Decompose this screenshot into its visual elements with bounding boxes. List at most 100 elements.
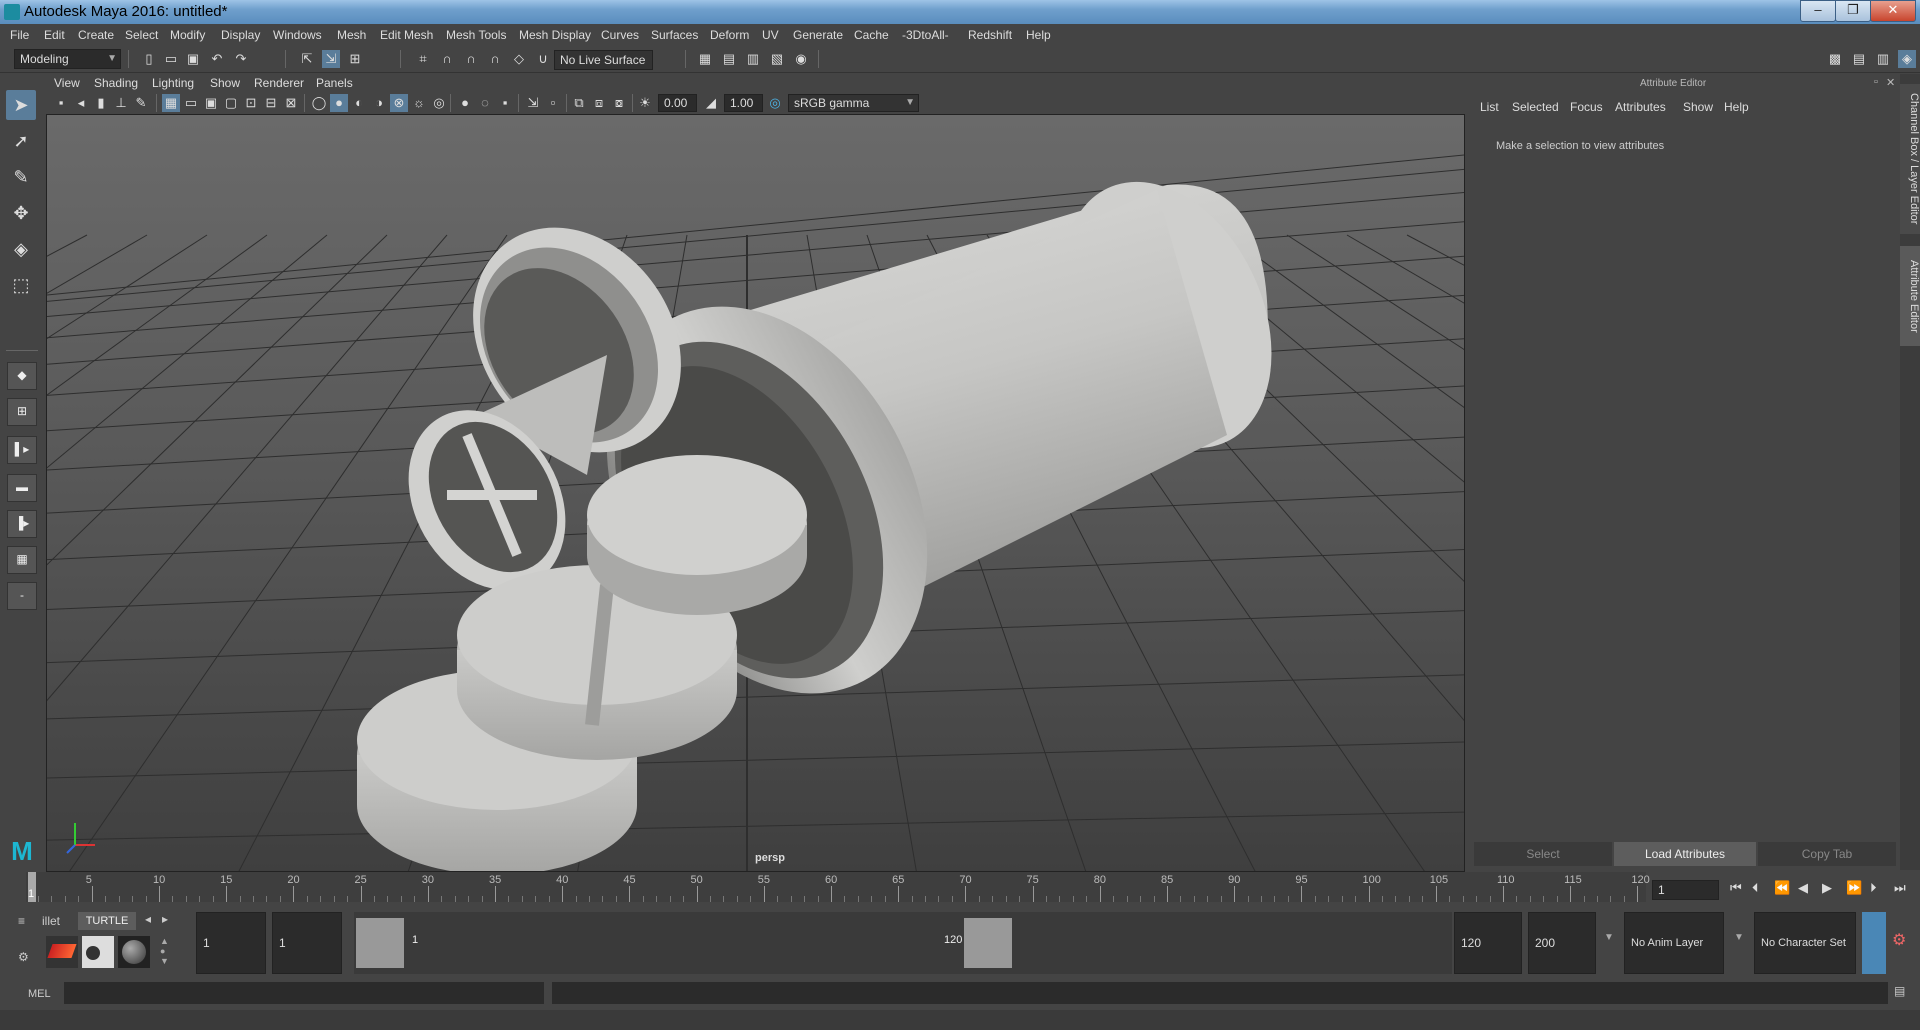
color-management-icon[interactable]: ◎ bbox=[766, 94, 784, 112]
mel-label[interactable]: MEL bbox=[28, 988, 51, 1000]
tool-settings-icon[interactable]: ▥ bbox=[1874, 50, 1892, 68]
snap-curve-icon[interactable]: ∩ bbox=[438, 50, 456, 68]
undo-icon[interactable]: ↶ bbox=[208, 50, 226, 68]
gamma-field[interactable]: 1.00 bbox=[724, 94, 763, 112]
single-view-layout-icon[interactable]: ◆ bbox=[7, 362, 37, 390]
vp-menu-panels[interactable]: Panels bbox=[316, 76, 353, 90]
isolate-select-icon[interactable]: ⇲ bbox=[524, 94, 542, 112]
range-start-handle[interactable] bbox=[356, 918, 404, 968]
snap-magnet-icon[interactable]: ∪ bbox=[534, 50, 552, 68]
turtle-surface-icon[interactable] bbox=[118, 936, 150, 968]
image-plane-icon[interactable]: ▮ bbox=[92, 94, 110, 112]
vp-menu-lighting[interactable]: Lighting bbox=[152, 76, 194, 90]
ambient-occlusion-icon[interactable]: ◎ bbox=[430, 94, 448, 112]
textured-icon[interactable]: ◑ bbox=[370, 94, 388, 112]
scale-tool-icon[interactable]: ⬚ bbox=[6, 270, 36, 300]
menu-mesh-tools[interactable]: Mesh Tools bbox=[446, 28, 506, 42]
camera-attributes-icon[interactable]: ▪ bbox=[52, 94, 70, 112]
render-current-frame-icon[interactable]: ▤ bbox=[720, 50, 738, 68]
perspective-viewport[interactable]: persp bbox=[46, 114, 1465, 872]
save-scene-icon[interactable]: ▣ bbox=[184, 50, 202, 68]
shelf-tab-turtle[interactable]: TURTLE bbox=[78, 912, 136, 930]
motion-blur-icon[interactable]: ● bbox=[456, 94, 474, 112]
menu-display[interactable]: Display bbox=[221, 28, 260, 42]
move-tool-icon[interactable]: ✥ bbox=[6, 198, 36, 228]
animation-preferences-icon[interactable]: ⚙ bbox=[1892, 930, 1906, 950]
channel-box-tab[interactable]: Channel Box / Layer Editor bbox=[1900, 84, 1920, 234]
snap-grid-icon[interactable]: ⌗ bbox=[414, 50, 432, 68]
select-object-icon[interactable]: ⇲ bbox=[322, 50, 340, 68]
ae-load-attributes-button[interactable]: Load Attributes bbox=[1614, 842, 1756, 866]
persp-outliner-layout-icon[interactable]: ▬ bbox=[7, 474, 37, 502]
vp-menu-view[interactable]: View bbox=[54, 76, 80, 90]
range-end-handle[interactable] bbox=[964, 918, 1012, 968]
ae-select-button[interactable]: Select bbox=[1474, 842, 1612, 866]
script-editor-icon[interactable]: ▤ bbox=[1894, 984, 1912, 1002]
render-settings-icon[interactable]: ▧ bbox=[768, 50, 786, 68]
gamma-icon[interactable]: ◢ bbox=[702, 94, 720, 112]
film-gate-icon[interactable]: ▭ bbox=[182, 94, 200, 112]
exposure-icon[interactable]: ☀ bbox=[636, 94, 654, 112]
command-input[interactable] bbox=[64, 982, 544, 1004]
select-tool-icon[interactable]: ➤ bbox=[6, 90, 36, 120]
ae-tab-selected[interactable]: Selected bbox=[1512, 100, 1559, 114]
xray-icon[interactable]: ▫ bbox=[544, 94, 562, 112]
go-to-start-icon[interactable]: ⏮ bbox=[1730, 880, 1742, 896]
shelf-tab-next-icon[interactable]: ▸ bbox=[162, 912, 168, 926]
playback-end-field[interactable]: 120 bbox=[1454, 912, 1522, 974]
chevron-down-icon[interactable]: ▼ bbox=[1734, 932, 1744, 943]
use-all-lights-icon[interactable]: ⊗ bbox=[390, 94, 408, 112]
scene-end-field[interactable]: 200 bbox=[1528, 912, 1596, 974]
shelf-menu-icon[interactable]: ≡ bbox=[18, 914, 34, 928]
ae-tab-help[interactable]: Help bbox=[1724, 100, 1749, 114]
select-hierarchy-icon[interactable]: ⇱ bbox=[298, 50, 316, 68]
menu-mesh[interactable]: Mesh bbox=[337, 28, 366, 42]
menu-file[interactable]: File bbox=[10, 28, 29, 42]
snap-point-icon[interactable]: ∩ bbox=[462, 50, 480, 68]
persp-graph-layout-icon[interactable]: ▌▸ bbox=[7, 436, 37, 464]
lasso-tool-icon[interactable]: ➚ bbox=[6, 126, 36, 156]
safe-action-icon[interactable]: ⊟ bbox=[262, 94, 280, 112]
chevron-down-icon[interactable]: ▼ bbox=[1604, 932, 1614, 943]
outliner-persp-layout-icon[interactable]: ▐▸ bbox=[7, 510, 37, 538]
menu-surfaces[interactable]: Surfaces bbox=[651, 28, 698, 42]
ae-tab-list[interactable]: List bbox=[1480, 100, 1499, 114]
float-panel-icon[interactable]: ▫ bbox=[1874, 76, 1878, 88]
new-scene-icon[interactable]: ▯ bbox=[140, 50, 158, 68]
menu-deform[interactable]: Deform bbox=[710, 28, 749, 42]
grid-toggle-icon[interactable]: ▦ bbox=[162, 94, 180, 112]
ae-tab-show[interactable]: Show bbox=[1683, 100, 1713, 114]
xray-components-icon[interactable]: ⧈ bbox=[590, 94, 608, 112]
menu-mesh-display[interactable]: Mesh Display bbox=[519, 28, 591, 42]
menu-uv[interactable]: UV bbox=[762, 28, 779, 42]
2d-pan-zoom-icon[interactable]: ⊥ bbox=[112, 94, 130, 112]
ae-tab-attributes[interactable]: Attributes bbox=[1615, 100, 1666, 114]
ae-tab-focus[interactable]: Focus bbox=[1570, 100, 1603, 114]
time-ruler[interactable]: 1 5 10 15 20 25 30 35 40 45 50 55 60 65 70 75 80 85 90 95 1… bbox=[26, 872, 1650, 902]
scene-start-field[interactable]: 1 bbox=[196, 912, 266, 974]
go-to-end-icon[interactable]: ⏭ bbox=[1894, 880, 1906, 896]
menu-modify[interactable]: Modify bbox=[170, 28, 205, 42]
shaded-wireframe-icon[interactable]: ◐ bbox=[350, 94, 368, 112]
wireframe-icon[interactable]: ◯ bbox=[310, 94, 328, 112]
menu-redshift[interactable]: Redshift bbox=[968, 28, 1012, 42]
select-component-icon[interactable]: ⊞ bbox=[346, 50, 364, 68]
shelf-scroll-icon[interactable]: ▲ ● ▼ bbox=[160, 936, 172, 966]
vp-menu-renderer[interactable]: Renderer bbox=[254, 76, 304, 90]
modeling-toolkit-icon[interactable]: ▩ bbox=[1826, 50, 1844, 68]
menu-edit[interactable]: Edit bbox=[44, 28, 65, 42]
depth-of-field-icon[interactable]: ▪ bbox=[496, 94, 514, 112]
turtle-bake-icon[interactable] bbox=[82, 936, 114, 968]
gate-mask-icon[interactable]: ▢ bbox=[222, 94, 240, 112]
shelf-settings-icon[interactable]: ⚙ bbox=[18, 950, 34, 964]
play-backward-icon[interactable]: ◀ bbox=[1798, 880, 1808, 896]
play-forward-icon[interactable]: ▶ bbox=[1822, 880, 1832, 896]
menu-cache[interactable]: Cache bbox=[854, 28, 889, 42]
paint-select-tool-icon[interactable]: ✎ bbox=[6, 162, 36, 192]
range-slider-track[interactable]: 1 120 bbox=[354, 912, 1452, 974]
rotate-tool-icon[interactable]: ◈ bbox=[6, 234, 36, 264]
smooth-shade-icon[interactable]: ● bbox=[330, 94, 348, 112]
shadows-icon[interactable]: ☼ bbox=[410, 94, 428, 112]
collapse-toolbox-icon[interactable]: - bbox=[7, 582, 37, 610]
hypershade-icon[interactable]: ◉ bbox=[792, 50, 810, 68]
